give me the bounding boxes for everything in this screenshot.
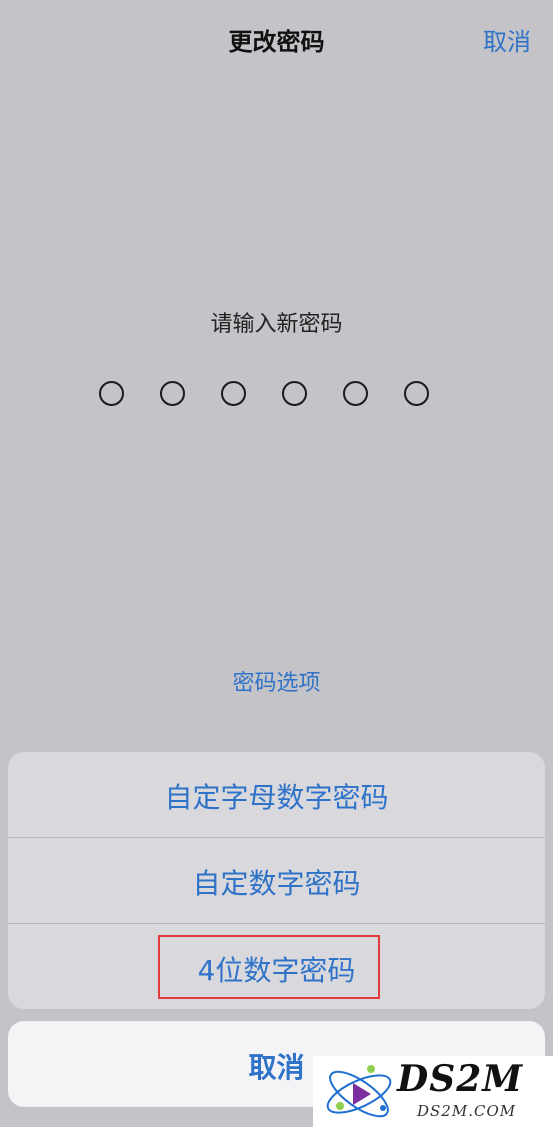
- passcode-options-link[interactable]: 密码选项: [0, 665, 553, 697]
- page-title: 更改密码: [228, 28, 325, 56]
- passcode-prompt: 请输入新密码: [210, 312, 343, 337]
- watermark-domain: DS2M.COM: [417, 1102, 517, 1120]
- divider: [8, 923, 545, 924]
- watermark-brand: DS2M: [397, 1058, 524, 1100]
- passcode-dot: [221, 381, 246, 406]
- passcode-dot: [282, 381, 307, 406]
- divider: [8, 837, 545, 838]
- option-custom-numeric[interactable]: 自定数字密码: [8, 862, 545, 902]
- watermark-logo-icon: [326, 1065, 392, 1118]
- watermark: DS2M DS2M.COM: [313, 1056, 553, 1127]
- passcode-dots: [99, 381, 429, 406]
- passcode-dot: [160, 381, 185, 406]
- passcode-dot: [99, 381, 124, 406]
- option-custom-alphanumeric[interactable]: 自定字母数字密码: [8, 776, 545, 816]
- highlight-annotation: [158, 935, 380, 999]
- passcode-dot: [343, 381, 368, 406]
- cancel-nav-button[interactable]: 取消: [483, 22, 531, 57]
- passcode-dot: [404, 381, 429, 406]
